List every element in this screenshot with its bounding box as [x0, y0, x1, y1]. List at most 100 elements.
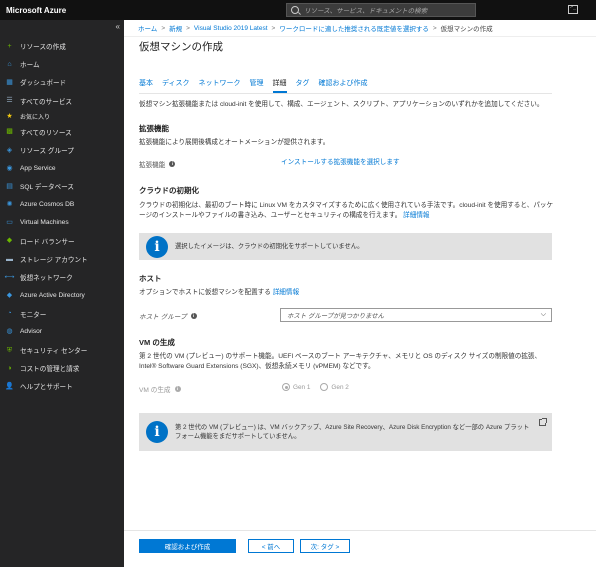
azure-portal-window: Microsoft Azure リソース、サービス、ドキュメントの検索 « + リ…	[0, 0, 596, 567]
extensions-label: 拡張機能 i	[139, 159, 176, 169]
info-icon[interactable]: i	[190, 313, 197, 319]
vm-generation-notice: i 第 2 世代の VM (プレビュー) は、VM バックアップ、Azure S…	[139, 413, 552, 451]
info-icon[interactable]: i	[174, 386, 181, 392]
sql-database-icon: ▤	[6, 182, 13, 190]
resource-group-icon: ◈	[6, 146, 13, 154]
sidebar-item-dashboard[interactable]: ▦ ダッシュボード	[0, 73, 124, 91]
vm-generation-notice-text: 第 2 世代の VM (プレビュー) は、VM バックアップ、Azure Sit…	[175, 423, 530, 441]
sidebar-item-monitor[interactable]: ◔ モニター	[0, 305, 124, 323]
previous-button[interactable]: < 前へ	[248, 539, 294, 553]
load-balancer-icon: ◆	[6, 237, 13, 245]
sidebar-item-advisor[interactable]: ◍ Advisor	[0, 323, 124, 341]
sidebar-item-label: セキュリティ センター	[20, 348, 88, 356]
vm-generation-description: 第 2 世代の VM (プレビュー) のサポート機能。UEFI ベースのブート …	[139, 353, 542, 370]
cloud-init-description: クラウドの初期化は、最初のブート時に Linux VM をカスタマイズするために…	[139, 201, 554, 221]
review-create-button[interactable]: 確認および作成	[139, 539, 236, 553]
vm-generation-label: VM の生成 i	[139, 384, 181, 394]
cloud-init-notice: i 選択したイメージは、クラウドの初期化をサポートしていません。	[139, 233, 552, 260]
sidebar-item-label: リソース グループ	[20, 148, 74, 156]
sidebar-item-load-balancer[interactable]: ◆ ロード バランサー	[0, 232, 124, 250]
breadcrumb-item-defaults[interactable]: ワークロードに適した推奨される既定値を選択する	[279, 23, 429, 33]
sidebar-item-storage[interactable]: ▬ ストレージ アカウント	[0, 250, 124, 268]
cosmos-db-icon: ✺	[6, 201, 13, 209]
info-icon[interactable]: i	[169, 161, 176, 167]
tab-2[interactable]: ネットワーク	[199, 78, 241, 93]
breadcrumb-item-new[interactable]: 新規	[169, 23, 182, 33]
dashboard-icon: ▦	[6, 78, 13, 86]
gen2-radio[interactable]: Gen 2	[320, 383, 349, 391]
sidebar-item-shield[interactable]: ⛨ セキュリティ センター	[0, 341, 124, 359]
sidebar-item-home[interactable]: ⌂ ホーム	[0, 55, 124, 73]
host-learn-more-link[interactable]: 詳細情報	[273, 289, 299, 296]
host-group-dropdown[interactable]: ホスト グループが見つかりません ⌵	[280, 308, 552, 322]
search-placeholder: リソース、サービス、ドキュメントの検索	[304, 8, 428, 15]
tab-4[interactable]: 詳細	[272, 78, 287, 93]
sidebar-item-label: すべてのリソース	[20, 129, 72, 137]
advisor-icon: ◍	[6, 328, 13, 336]
sidebar-item-label: 仮想ネットワーク	[20, 275, 73, 283]
brand-title[interactable]: Microsoft Azure	[0, 6, 280, 15]
breadcrumb-separator: >	[432, 24, 437, 32]
host-group-value: ホスト グループが見つかりません	[287, 312, 385, 320]
intro-text: 仮想マシン拡張機能または cloud-init を使用して、構成、エージェント、…	[139, 101, 544, 108]
sidebar-item-label: Azure Cosmos DB	[20, 201, 75, 209]
tab-3[interactable]: 管理	[250, 78, 264, 93]
radio-selected-icon	[282, 383, 290, 391]
breadcrumb-separator: >	[271, 24, 276, 32]
sidebar-item-label: ヘルプとサポート	[20, 384, 73, 392]
breadcrumb-item-image[interactable]: Visual Studio 2019 Latest	[194, 25, 268, 32]
monitor-icon: ◔	[7, 310, 12, 318]
sidebar-item-label: リソースの作成	[20, 44, 66, 52]
cloud-shell-icon[interactable]	[568, 4, 578, 14]
sidebar-item-label: コストの管理と請求	[20, 366, 80, 374]
cloud-init-description-text: クラウドの初期化は、最初のブート時に Linux VM をカスタマイズするために…	[139, 202, 554, 219]
sidebar-item-cost[interactable]: ◑ コストの管理と請求	[0, 359, 124, 377]
breadcrumb-separator: >	[161, 24, 166, 32]
next-button[interactable]: 次: タグ >	[300, 539, 350, 553]
tab-divider	[139, 93, 552, 94]
sidebar-item-virtual-network[interactable]: ⟷ 仮想ネットワーク	[0, 268, 124, 286]
vm-generation-heading: VM の生成	[139, 338, 175, 347]
sidebar-item-virtual-machine[interactable]: ▭ Virtual Machines	[0, 214, 124, 232]
info-icon: i	[146, 421, 168, 443]
sidebar-item-active-directory[interactable]: ◆ Azure Active Directory	[0, 286, 124, 304]
breadcrumb-item-home[interactable]: ホーム	[138, 23, 157, 33]
sidebar-item-sql-database[interactable]: ▤ SQL データベース	[0, 177, 124, 195]
sidebar-item-list[interactable]: ☰ すべてのサービス	[0, 92, 124, 110]
tab-0[interactable]: 基本	[139, 78, 153, 93]
vm-generation-label-text: VM の生成	[139, 387, 171, 394]
sidebar-item-app-service[interactable]: ◉ App Service	[0, 159, 124, 177]
gen1-radio[interactable]: Gen 1	[282, 383, 310, 391]
sidebar-item-help[interactable]: 👤 ヘルプとサポート	[0, 377, 124, 395]
host-description-text: オプションでホストに仮想マシンを配置する	[139, 289, 271, 296]
host-group-label: ホスト グループ i	[139, 311, 197, 321]
tab-5[interactable]: タグ	[296, 78, 310, 93]
chevron-down-icon: ⌵	[540, 311, 546, 318]
external-link-icon[interactable]	[539, 418, 547, 426]
collapse-sidebar-icon[interactable]: «	[116, 22, 120, 31]
sidebar-item-label: ホーム	[20, 62, 40, 70]
search-box[interactable]: リソース、サービス、ドキュメントの検索	[286, 3, 476, 17]
sidebar-item-cosmos-db[interactable]: ✺ Azure Cosmos DB	[0, 196, 124, 214]
sidebar-item-star: ★ お気に入り	[0, 110, 124, 123]
select-extensions-link[interactable]: インストールする拡張機能を選択します	[281, 158, 400, 168]
cloud-init-learn-more-link[interactable]: 詳細情報	[403, 212, 429, 219]
sidebar-item-label: Virtual Machines	[20, 219, 69, 227]
footer-divider	[124, 530, 596, 531]
cloud-init-heading: クラウドの初期化	[139, 186, 199, 195]
sidebar-item-label: ストレージ アカウント	[20, 257, 88, 265]
sidebar: « + リソースの作成 ⌂ ホーム ▦ ダッシュボード ☰ すべてのサービス ★ お気に入り ▩ すべ…	[0, 20, 124, 567]
sidebar-item-plus[interactable]: + リソースの作成	[0, 37, 124, 55]
sidebar-item-label: Advisor	[20, 328, 42, 336]
sidebar-item-label: App Service	[20, 164, 56, 172]
info-icon: i	[146, 235, 168, 258]
sidebar-item-grid[interactable]: ▩ すべてのリソース	[0, 123, 124, 141]
tab-bar: 基本 ディスク ネットワーク 管理 詳細 タグ 確認および作成	[139, 78, 377, 93]
sidebar-item-resource-group[interactable]: ◈ リソース グループ	[0, 141, 124, 159]
sidebar-item-label: ダッシュボード	[20, 80, 67, 88]
tab-6[interactable]: 確認および作成	[319, 78, 368, 93]
virtual-machine-icon: ▭	[6, 219, 13, 227]
app-service-icon: ◉	[6, 164, 13, 172]
sidebar-item-label: お気に入り	[20, 114, 51, 121]
tab-1[interactable]: ディスク	[162, 78, 190, 93]
